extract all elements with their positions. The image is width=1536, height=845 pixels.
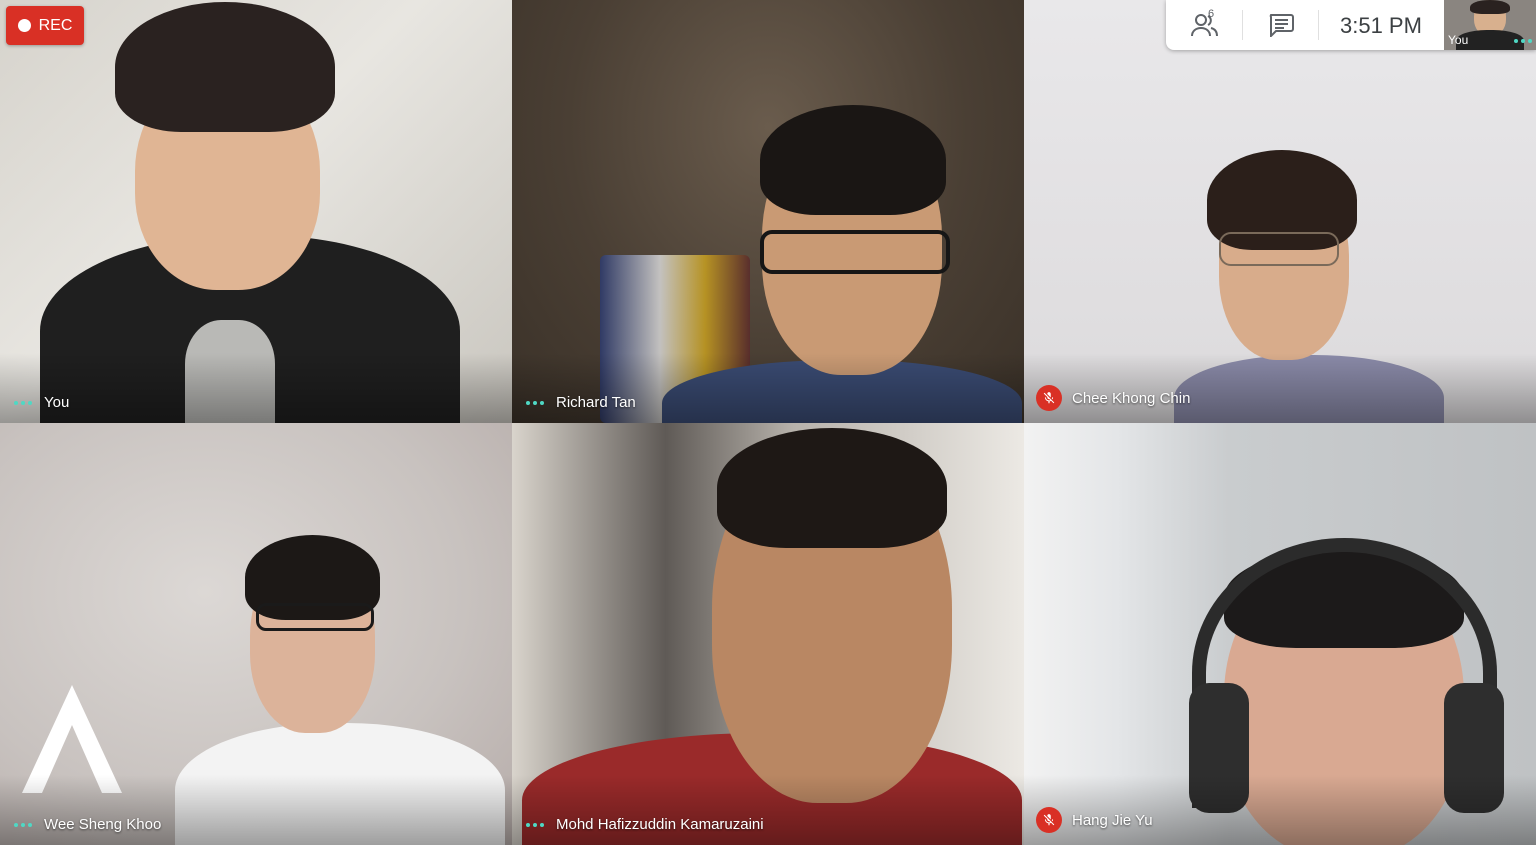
meeting-clock: 3:51 PM <box>1340 13 1422 38</box>
more-options-icon[interactable] <box>524 822 546 827</box>
recording-label: REC <box>38 16 73 34</box>
self-view-label: You <box>1448 33 1469 47</box>
meeting-top-bar: 6 3:51 PM You <box>1166 0 1536 50</box>
participant-name: Mohd Hafizzuddin Kamaruzaini <box>556 816 764 833</box>
mic-off-icon <box>1036 807 1062 833</box>
participant-tile-wee-sheng-khoo[interactable]: Wee Sheng Khoo <box>0 423 512 845</box>
participant-name: Chee Khong Chin <box>1072 389 1191 407</box>
participant-label: You <box>12 394 69 411</box>
participant-label: Mohd Hafizzuddin Kamaruzaini <box>524 816 764 833</box>
more-options-icon[interactable] <box>524 400 546 405</box>
participant-label: Richard Tan <box>524 394 636 411</box>
participant-tile-richard-tan[interactable]: Richard Tan <box>512 0 1024 423</box>
participant-name: Hang Jie Yu <box>1072 811 1153 829</box>
people-icon <box>1191 14 1218 37</box>
more-options-icon[interactable] <box>1512 39 1534 43</box>
mic-off-icon <box>1036 385 1062 411</box>
video-grid: You Richard Tan Chee Khong Chin Wee Shen… <box>0 0 1536 845</box>
chat-button[interactable] <box>1268 13 1294 42</box>
self-view-thumbnail[interactable]: You <box>1444 0 1536 50</box>
participant-name: Richard Tan <box>556 394 636 411</box>
participant-name: You <box>44 394 70 411</box>
record-dot-icon <box>17 19 31 32</box>
more-options-icon[interactable] <box>12 822 34 827</box>
people-button[interactable]: 6 <box>1190 8 1224 43</box>
participant-name: Wee Sheng Khoo <box>44 816 162 833</box>
participant-tile-you[interactable]: You <box>0 0 512 423</box>
participant-label: Chee Khong Chin <box>1036 385 1190 411</box>
participant-tile-mohd-hafizzuddin-kamaruzaini[interactable]: Mohd Hafizzuddin Kamaruzaini <box>512 423 1024 845</box>
participant-tile-chee-khong-chin[interactable]: Chee Khong Chin <box>1024 0 1536 423</box>
participant-label: Wee Sheng Khoo <box>12 816 161 833</box>
participant-tile-hang-jie-yu[interactable]: Hang Jie Yu <box>1024 423 1536 845</box>
recording-badge: REC <box>6 6 84 45</box>
more-options-icon[interactable] <box>12 400 34 405</box>
chat-icon <box>1269 14 1294 39</box>
participant-label: Hang Jie Yu <box>1036 807 1153 833</box>
participant-count: 6 <box>1208 8 1215 20</box>
